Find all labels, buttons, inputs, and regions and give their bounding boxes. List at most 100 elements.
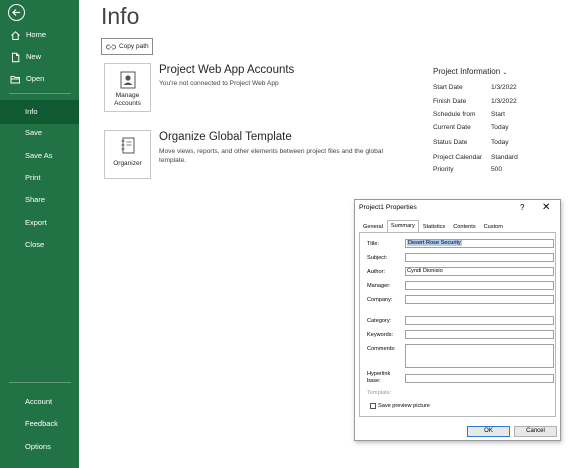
nav-options-label: Options [25, 442, 51, 452]
copy-path-label: Copy path [119, 43, 149, 50]
nav-feedback[interactable]: Feedback [0, 414, 79, 434]
nav-new[interactable]: New [0, 47, 79, 67]
prop-priority-value[interactable]: 500 [491, 166, 502, 173]
project-information-heading[interactable]: Project Information ⌄ [433, 67, 507, 76]
manage-accounts-label-1: Manage [115, 92, 140, 99]
nav-options[interactable]: Options [0, 437, 79, 457]
comments-label: Comments: [367, 346, 396, 352]
nav-save[interactable]: Save [0, 123, 79, 143]
keywords-label: Keywords: [367, 332, 394, 338]
prop-start-date-value[interactable]: 1/3/2022 [491, 84, 517, 91]
save-preview-label: Save preview picture [378, 403, 430, 409]
new-document-icon [9, 51, 21, 63]
template-label: Template: [367, 390, 392, 396]
project-information-label: Project Information [433, 67, 501, 76]
hyperlink-label-2: base: [367, 378, 381, 384]
manage-accounts-button[interactable]: Manage Accounts [104, 63, 151, 112]
category-field[interactable] [405, 316, 554, 325]
nav-share-label: Share [25, 195, 46, 205]
backstage-sidebar: Home New Open Info Save Save As Print Sh… [0, 0, 79, 468]
help-icon[interactable]: ? [520, 203, 524, 212]
properties-dialog: Project1 Properties ? ✕ General Summary … [354, 199, 561, 441]
ok-button[interactable]: OK [467, 426, 510, 437]
home-icon [9, 29, 21, 41]
organizer-button[interactable]: Organizer [104, 130, 151, 179]
manager-field[interactable] [405, 281, 554, 290]
nav-close[interactable]: Close [0, 235, 79, 255]
nav-save-label: Save [25, 128, 43, 138]
nav-account-label: Account [25, 397, 53, 407]
prop-status-date-label: Status Date [433, 139, 468, 146]
hyperlink-label-1: Hyperlink [367, 371, 391, 377]
title-field-value: Desert Rose Security [407, 240, 462, 246]
nav-close-label: Close [25, 240, 45, 250]
company-field[interactable] [405, 295, 554, 304]
hyperlink-base-field[interactable] [405, 374, 554, 383]
organize-template-desc-2: template. [159, 157, 187, 164]
tab-general[interactable]: General [359, 221, 387, 232]
prop-finish-date-value[interactable]: 1/3/2022 [491, 98, 517, 105]
nav-print[interactable]: Print [0, 168, 79, 188]
nav-info-label: Info [25, 107, 38, 117]
manager-label: Manager: [367, 283, 391, 289]
prop-calendar-value[interactable]: Standard [491, 154, 518, 161]
prop-calendar-label: Project Calendar [433, 154, 483, 161]
back-arrow-icon[interactable] [8, 4, 25, 21]
prop-current-date-value[interactable]: Today [491, 124, 509, 131]
subject-field[interactable] [405, 253, 554, 262]
nav-share[interactable]: Share [0, 190, 79, 210]
open-folder-icon [9, 73, 21, 85]
nav-home-label: Home [26, 30, 47, 40]
tab-statistics[interactable]: Statistics [419, 221, 449, 232]
checkbox-box[interactable] [370, 403, 376, 409]
organizer-label: Organizer [113, 160, 142, 167]
copy-path-button[interactable]: Copy path [101, 38, 153, 55]
nav-new-label: New [26, 52, 42, 62]
link-icon [106, 44, 116, 49]
nav-divider [9, 93, 71, 94]
prop-schedule-from-value[interactable]: Start [491, 111, 505, 118]
company-label: Company: [367, 297, 393, 303]
manage-accounts-label-2: Accounts [114, 99, 141, 107]
cancel-button[interactable]: Cancel [514, 426, 557, 437]
summary-panel: Title: Desert Rose Security Subject: Aut… [359, 232, 556, 417]
nav-divider [9, 382, 71, 383]
organizer-icon [121, 137, 134, 154]
dialog-title: Project1 Properties [359, 204, 417, 211]
organize-template-desc-1: Move views, reports, and other elements … [159, 148, 383, 155]
prop-start-date-label: Start Date [433, 84, 463, 91]
nav-home[interactable]: Home [0, 25, 79, 45]
title-field[interactable]: Desert Rose Security [405, 239, 554, 248]
save-preview-checkbox[interactable]: Save preview picture [370, 403, 430, 409]
accounts-icon [120, 71, 135, 89]
nav-print-label: Print [25, 173, 41, 183]
keywords-field[interactable] [405, 330, 554, 339]
nav-export-label: Export [25, 218, 47, 228]
category-label: Category: [367, 318, 392, 324]
prop-current-date-label: Current Date [433, 124, 471, 131]
close-icon[interactable]: ✕ [542, 202, 550, 213]
nav-save-as[interactable]: Save As [0, 146, 79, 166]
page-title: Info [101, 3, 140, 29]
prop-priority-label: Priority [433, 166, 454, 173]
tab-contents[interactable]: Contents [449, 221, 479, 232]
comments-field[interactable] [405, 344, 554, 368]
tab-summary[interactable]: Summary [386, 220, 419, 232]
pwa-accounts-desc: You're not connected to Project Web App [159, 80, 279, 87]
nav-info[interactable]: Info [0, 100, 79, 124]
nav-export[interactable]: Export [0, 213, 79, 233]
nav-save-as-label: Save As [25, 151, 53, 161]
tab-custom[interactable]: Custom [480, 221, 507, 232]
pwa-accounts-title: Project Web App Accounts [159, 64, 295, 76]
prop-finish-date-label: Finish Date [433, 98, 467, 105]
organize-template-title: Organize Global Template [159, 131, 292, 143]
nav-open-label: Open [26, 74, 45, 84]
nav-account[interactable]: Account [0, 392, 79, 412]
nav-feedback-label: Feedback [25, 419, 58, 429]
nav-open[interactable]: Open [0, 69, 79, 89]
prop-status-date-value[interactable]: Today [491, 139, 509, 146]
author-label: Author: [367, 269, 386, 275]
subject-label: Subject: [367, 255, 388, 261]
title-label: Title: [367, 241, 379, 247]
author-field[interactable]: Cyndi Dionisio [405, 267, 554, 276]
